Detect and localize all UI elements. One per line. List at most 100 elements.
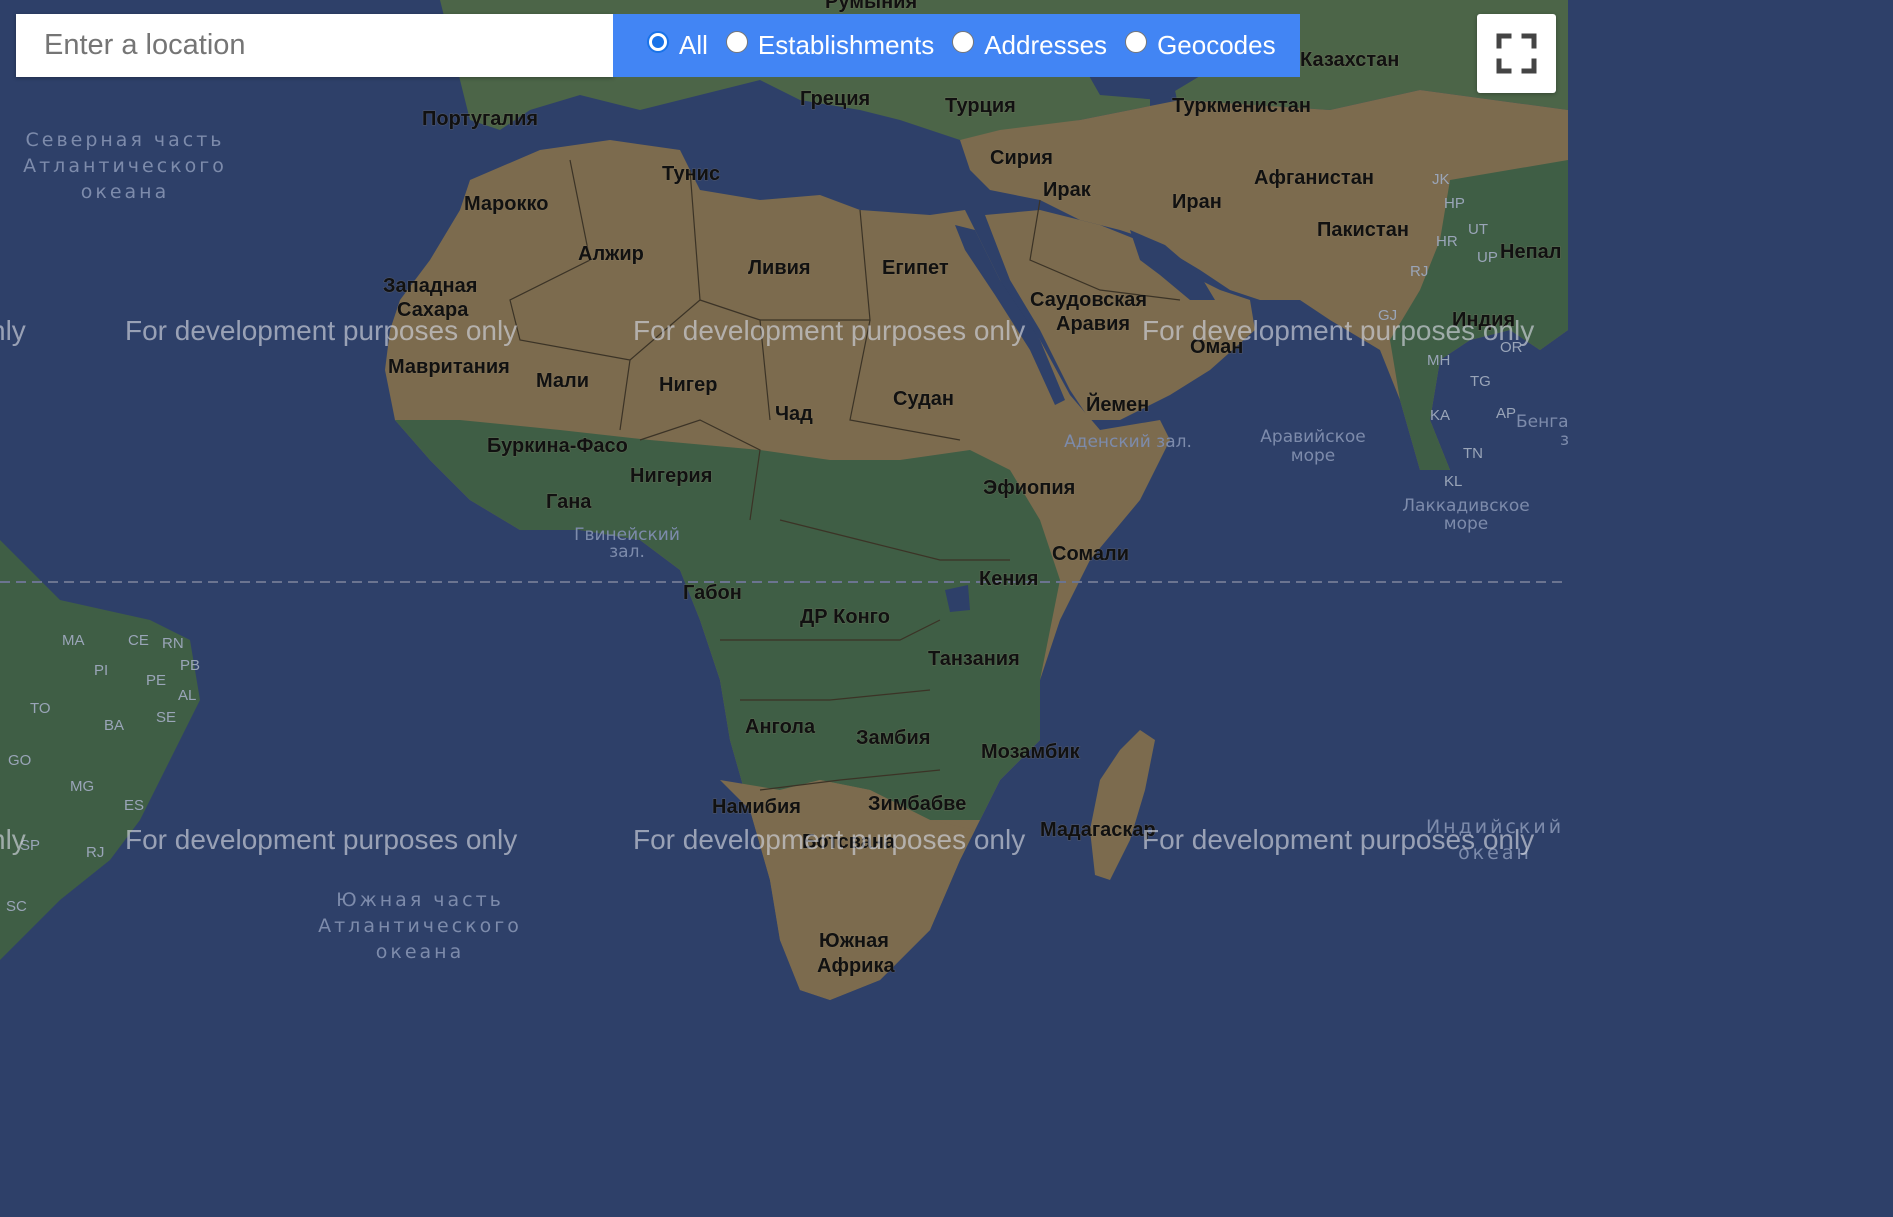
watermark-text: For development purposes only bbox=[633, 315, 1025, 346]
label-arabian-sea-1: Аравийское bbox=[1260, 427, 1365, 447]
label-somalia: Сомали bbox=[1052, 543, 1129, 565]
state-abbreviation: PE bbox=[146, 672, 166, 689]
label-burkina-faso: Буркина-Фасо bbox=[487, 435, 628, 457]
state-abbreviation: KA bbox=[1430, 407, 1450, 424]
radio-label-geocodes: Geocodes bbox=[1157, 30, 1276, 60]
label-south-atlantic-2: Атлантического bbox=[318, 915, 522, 937]
label-mali: Мали bbox=[536, 370, 589, 392]
state-abbreviation: TG bbox=[1470, 373, 1491, 390]
label-nepal: Непал bbox=[1500, 241, 1561, 263]
label-bengal-2: з bbox=[1560, 430, 1568, 450]
label-turkmenistan: Туркменистан bbox=[1172, 95, 1311, 117]
label-sudan: Судан bbox=[893, 388, 954, 410]
label-bengal-1: Бенга bbox=[1516, 412, 1568, 432]
state-abbreviation: RN bbox=[162, 635, 184, 652]
label-tunisia: Тунис bbox=[662, 163, 720, 185]
state-abbreviation: SE bbox=[156, 709, 176, 726]
state-abbreviation: KL bbox=[1444, 473, 1462, 490]
watermark-text: For development purposes only bbox=[125, 824, 517, 855]
label-saudi-arabia-1: Саудовская bbox=[1030, 289, 1147, 311]
state-abbreviation: BA bbox=[104, 717, 124, 734]
radio-option-establishments[interactable]: Establishments bbox=[725, 30, 934, 61]
label-western-sahara-1: Западная bbox=[383, 275, 477, 297]
label-mozambique: Мозамбик bbox=[981, 741, 1081, 763]
label-egypt: Египет bbox=[882, 257, 949, 279]
state-abbreviation: HR bbox=[1436, 233, 1458, 250]
label-algeria: Алжир bbox=[578, 243, 644, 265]
label-zimbabwe: Зимбабве bbox=[868, 793, 966, 815]
label-north-atlantic-2: Атлантического bbox=[23, 155, 227, 177]
watermark-text: For development purposes only bbox=[1142, 824, 1534, 855]
radio-label-addresses: Addresses bbox=[984, 30, 1108, 60]
label-north-atlantic-3: океана bbox=[81, 181, 170, 203]
radio-button-establishments[interactable] bbox=[725, 30, 748, 53]
label-yemen: Йемен bbox=[1086, 392, 1149, 416]
label-afghanistan: Афганистан bbox=[1254, 167, 1374, 189]
label-madagascar: Мадагаскар bbox=[1040, 819, 1156, 841]
label-arabian-sea-2: море bbox=[1291, 446, 1335, 466]
radio-option-all[interactable]: All bbox=[647, 30, 708, 61]
fullscreen-icon bbox=[1496, 33, 1537, 74]
label-tanzania: Танзания bbox=[928, 648, 1020, 670]
label-romania: Румыния bbox=[825, 0, 917, 13]
map-canvas[interactable]: Румыния Казахстан Испания Португалия Гре… bbox=[0, 0, 1568, 1008]
label-nigeria: Нигерия bbox=[630, 465, 712, 487]
label-gabon: Габон bbox=[683, 582, 742, 604]
radio-button-geocodes[interactable] bbox=[1125, 30, 1148, 53]
state-abbreviation: UP bbox=[1477, 249, 1498, 266]
label-gulf-guinea-2: зал. bbox=[609, 542, 645, 562]
label-libya: Ливия bbox=[748, 257, 811, 279]
label-iran: Иран bbox=[1172, 191, 1222, 213]
state-abbreviation: UT bbox=[1468, 221, 1488, 238]
label-laccadive-2: море bbox=[1444, 514, 1488, 534]
label-laccadive-1: Лаккадивское bbox=[1402, 496, 1529, 516]
label-kenya: Кения bbox=[979, 568, 1038, 590]
label-pakistan: Пакистан bbox=[1317, 219, 1409, 241]
state-abbreviation: RJ bbox=[1410, 263, 1428, 280]
radio-label-all: All bbox=[679, 30, 708, 60]
watermark-text: For development purposes only bbox=[125, 315, 517, 346]
label-dr-congo: ДР Конго bbox=[800, 606, 890, 628]
radio-button-all[interactable] bbox=[647, 30, 669, 53]
label-ethiopia: Эфиопия bbox=[983, 477, 1075, 499]
fullscreen-button[interactable] bbox=[1477, 14, 1556, 93]
state-abbreviation: MG bbox=[70, 778, 94, 795]
state-abbreviation: AP bbox=[1496, 405, 1516, 422]
label-niger: Нигер bbox=[659, 374, 717, 396]
label-namibia: Намибия bbox=[712, 796, 801, 818]
state-abbreviation: RJ bbox=[86, 844, 104, 861]
state-abbreviation: PI bbox=[94, 662, 108, 679]
state-abbreviation: MA bbox=[62, 632, 85, 649]
state-abbreviation: PB bbox=[180, 657, 200, 674]
state-abbreviation: AL bbox=[178, 687, 196, 704]
state-abbreviation: CE bbox=[128, 632, 149, 649]
label-north-atlantic-1: Северная часть bbox=[25, 129, 224, 151]
state-abbreviation: TO bbox=[30, 700, 51, 717]
watermark-text: For development purposes only bbox=[1142, 315, 1534, 346]
label-chad: Чад bbox=[775, 403, 813, 425]
label-turkey: Турция bbox=[945, 95, 1016, 117]
state-abbreviation: SC bbox=[6, 898, 27, 915]
watermark-text: nly bbox=[0, 824, 26, 855]
label-saudi-arabia-2: Аравия bbox=[1056, 313, 1130, 335]
label-ghana: Гана bbox=[546, 491, 592, 513]
radio-button-addresses[interactable] bbox=[952, 30, 975, 53]
label-mauritania: Мавритания bbox=[388, 356, 510, 378]
label-greece: Греция bbox=[800, 88, 870, 110]
watermark-text: For development purposes only bbox=[633, 824, 1025, 855]
label-morocco: Марокко bbox=[464, 193, 548, 215]
radio-option-addresses[interactable]: Addresses bbox=[952, 30, 1107, 61]
search-box bbox=[16, 14, 613, 77]
label-syria: Сирия bbox=[990, 147, 1053, 169]
label-zambia: Замбия bbox=[856, 727, 931, 749]
label-kazakhstan: Казахстан bbox=[1300, 49, 1399, 71]
place-type-selector: All Establishments Addresses Geocodes bbox=[613, 14, 1300, 77]
radio-option-geocodes[interactable]: Geocodes bbox=[1125, 30, 1276, 61]
state-abbreviation: GO bbox=[8, 752, 31, 769]
state-abbreviation: ES bbox=[124, 797, 144, 814]
label-portugal: Португалия bbox=[422, 108, 538, 130]
state-abbreviation: TN bbox=[1463, 445, 1483, 462]
state-abbreviation: MH bbox=[1427, 352, 1450, 369]
location-search-input[interactable] bbox=[16, 14, 613, 77]
label-south-atlantic-1: Южная часть bbox=[336, 889, 504, 911]
